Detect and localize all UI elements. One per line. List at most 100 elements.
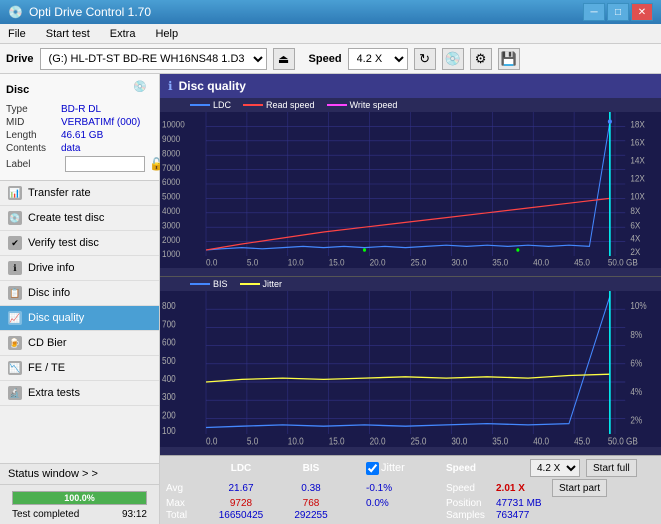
sidebar-item-verify-test-disc[interactable]: ✔ Verify test disc <box>0 231 159 256</box>
menu-file[interactable]: File <box>4 27 30 41</box>
svg-text:10%: 10% <box>630 300 646 311</box>
stats-avg-row: Avg 21.67 0.38 -0.1% Speed 2.01 X Start … <box>166 479 655 497</box>
sidebar-item-extra-tests[interactable]: 🔬 Extra tests <box>0 381 159 406</box>
progress-label: 100.0% <box>64 493 95 503</box>
disc-type-value: BD-R DL <box>61 104 101 115</box>
save-button[interactable]: 💾 <box>498 48 520 70</box>
refresh-button[interactable]: ↻ <box>414 48 436 70</box>
svg-text:25.0: 25.0 <box>411 436 427 447</box>
legend-bis: BIS <box>190 279 228 289</box>
svg-text:2X: 2X <box>630 246 640 257</box>
svg-text:30.0: 30.0 <box>451 436 467 447</box>
svg-text:9000: 9000 <box>162 133 180 144</box>
sidebar-item-transfer-rate-label: Transfer rate <box>28 187 91 199</box>
sidebar-item-create-test-disc-label: Create test disc <box>28 212 104 224</box>
drive-info-icon: ℹ <box>8 261 22 275</box>
content-area: ℹ Disc quality LDC Read speed <box>160 74 661 524</box>
disc-mid-row: MID VERBATIMf (000) <box>6 117 153 128</box>
svg-text:35.0: 35.0 <box>492 257 508 268</box>
eject-button[interactable]: ⏏ <box>273 48 295 70</box>
app-title: Opti Drive Control 1.70 <box>29 5 151 19</box>
svg-text:4%: 4% <box>630 386 642 397</box>
drive-label: Drive <box>6 53 34 65</box>
svg-text:0.0: 0.0 <box>206 257 217 268</box>
app-icon: 💿 <box>8 5 23 19</box>
sidebar-item-cd-bier[interactable]: 🍺 CD Bier <box>0 331 159 356</box>
svg-text:30.0: 30.0 <box>451 257 467 268</box>
status-section: Status window > > 100.0% Test completed … <box>0 463 159 524</box>
status-window-label: Status window > > <box>8 468 98 480</box>
disc-length-row: Length 46.61 GB <box>6 130 153 141</box>
legend-write: Write speed <box>327 100 398 110</box>
disc-contents-value: data <box>61 143 80 154</box>
read-label: Read speed <box>266 100 315 110</box>
sidebar-item-fe-te[interactable]: 📉 FE / TE <box>0 356 159 381</box>
close-button[interactable]: ✕ <box>631 3 653 21</box>
disc-label-label: Label <box>6 159 61 170</box>
speed-label-stats: Speed <box>446 483 496 494</box>
disc-button[interactable]: 💿 <box>442 48 464 70</box>
status-text-row: Test completed 93:12 <box>6 508 153 521</box>
svg-text:1000: 1000 <box>162 249 180 260</box>
disc-contents-label: Contents <box>6 143 61 154</box>
svg-text:5.0: 5.0 <box>247 257 258 268</box>
sidebar-item-disc-info[interactable]: 📋 Disc info <box>0 281 159 306</box>
maximize-button[interactable]: □ <box>607 3 629 21</box>
position-label-stats: Position <box>446 498 496 509</box>
svg-text:8X: 8X <box>630 205 640 216</box>
write-label: Write speed <box>350 100 398 110</box>
disc-image-icon: 💿 <box>133 80 153 100</box>
sidebar-item-drive-info[interactable]: ℹ Drive info <box>0 256 159 281</box>
drive-select[interactable]: (G:) HL-DT-ST BD-RE WH16NS48 1.D3 <box>40 48 267 70</box>
svg-text:45.0: 45.0 <box>574 257 590 268</box>
svg-text:4X: 4X <box>630 233 640 244</box>
svg-text:14X: 14X <box>630 155 645 166</box>
start-full-button[interactable]: Start full <box>586 459 637 477</box>
titlebar-controls: ─ □ ✕ <box>583 3 653 21</box>
svg-text:700: 700 <box>162 319 176 330</box>
write-color <box>327 104 347 106</box>
sidebar-item-transfer-rate[interactable]: 📊 Transfer rate <box>0 181 159 206</box>
bottom-chart-svg: 800 700 600 500 400 300 200 100 10% 8% 6… <box>160 291 661 447</box>
speed-select[interactable]: 4.2 X <box>348 48 408 70</box>
settings-button[interactable]: ⚙ <box>470 48 492 70</box>
start-part-button[interactable]: Start part <box>552 479 607 497</box>
stats-speed-select[interactable]: 4.2 X <box>530 459 580 477</box>
status-window-button[interactable]: Status window > > <box>0 464 159 485</box>
titlebar-left: 💿 Opti Drive Control 1.70 <box>8 5 151 19</box>
stats-total-row: Total 16650425 292255 Samples 763477 <box>166 510 655 521</box>
svg-text:7000: 7000 <box>162 162 180 173</box>
svg-text:20.0: 20.0 <box>370 436 386 447</box>
menu-start-test[interactable]: Start test <box>42 27 94 41</box>
disc-length-value: 46.61 GB <box>61 130 103 141</box>
extra-tests-icon: 🔬 <box>8 386 22 400</box>
total-ldc: 16650425 <box>206 510 276 521</box>
minimize-button[interactable]: ─ <box>583 3 605 21</box>
svg-text:3000: 3000 <box>162 220 180 231</box>
sidebar-item-disc-quality[interactable]: 📈 Disc quality <box>0 306 159 331</box>
disc-mid-value: VERBATIMf (000) <box>61 117 140 128</box>
speed-label: Speed <box>309 53 342 65</box>
svg-text:8%: 8% <box>630 329 642 340</box>
jitter-check: Jitter <box>366 462 446 475</box>
dq-icon: ℹ <box>168 79 173 93</box>
menu-extra[interactable]: Extra <box>106 27 140 41</box>
speed-col-header: Speed <box>446 463 496 474</box>
samples-value-stats: 763477 <box>496 510 556 521</box>
svg-text:20.0: 20.0 <box>370 257 386 268</box>
position-value-stats: 47731 MB <box>496 498 556 509</box>
legend-read: Read speed <box>243 100 315 110</box>
legend-bottom: BIS Jitter <box>160 277 661 291</box>
svg-text:16X: 16X <box>630 137 645 148</box>
svg-text:18X: 18X <box>630 119 645 130</box>
drivetoolbar: Drive (G:) HL-DT-ST BD-RE WH16NS48 1.D3 … <box>0 44 661 74</box>
jitter-checkbox[interactable] <box>366 462 379 475</box>
stats-bottom: LDC BIS Jitter Speed 4.2 X Start full <box>160 455 661 524</box>
dq-header: ℹ Disc quality <box>160 74 661 98</box>
menu-help[interactable]: Help <box>151 27 182 41</box>
sidebar: Disc 💿 Type BD-R DL MID VERBATIMf (000) … <box>0 74 160 524</box>
svg-text:15.0: 15.0 <box>329 257 345 268</box>
sidebar-item-create-test-disc[interactable]: 💿 Create test disc <box>0 206 159 231</box>
verify-test-disc-icon: ✔ <box>8 236 22 250</box>
disc-label-input[interactable] <box>65 156 145 172</box>
